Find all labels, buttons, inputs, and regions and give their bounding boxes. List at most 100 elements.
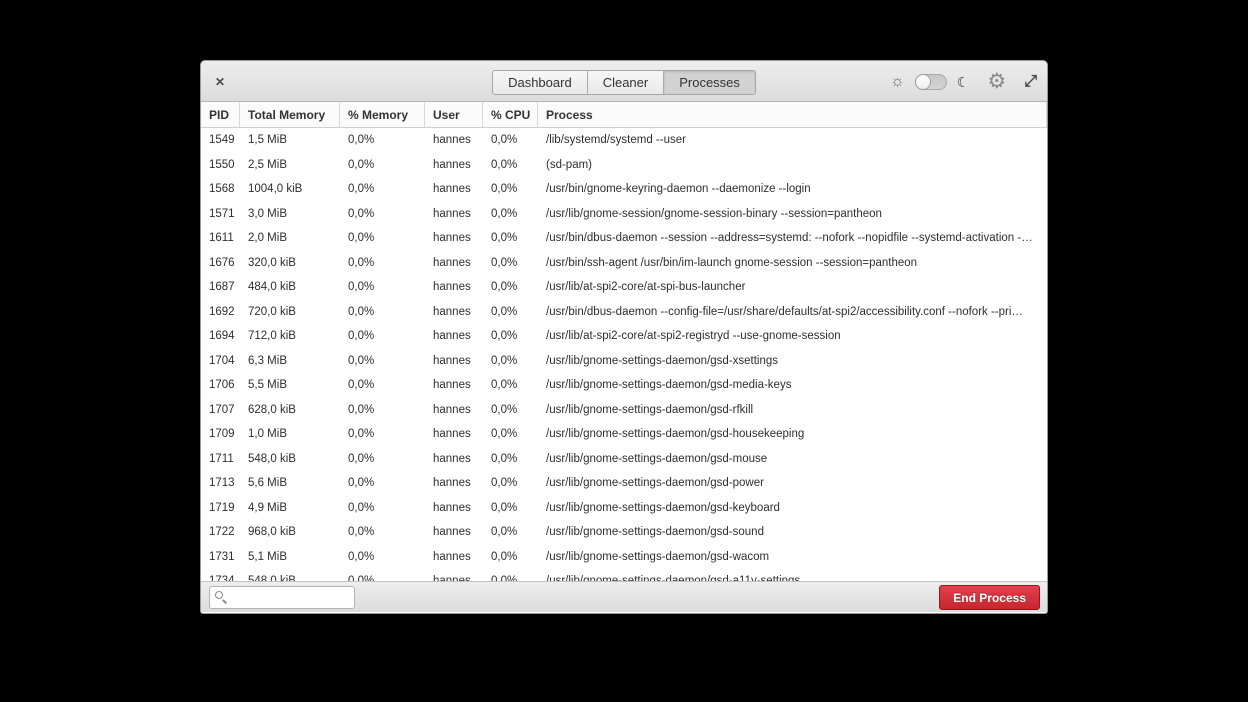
end-process-button[interactable]: End Process (939, 585, 1040, 610)
cell-cpu-pct: 0,0% (483, 422, 538, 447)
cell-user: hannes (425, 153, 483, 178)
table-row[interactable]: 1734548,0 kiB0,0%hannes0,0%/usr/lib/gnom… (201, 569, 1047, 581)
cell-process: (sd-pam) (538, 153, 1047, 178)
tab-processes[interactable]: Processes (664, 71, 755, 94)
cell-pid: 1706 (201, 373, 240, 398)
process-table-body: 15491,5 MiB0,0%hannes0,0%/lib/systemd/sy… (201, 128, 1047, 581)
table-row[interactable]: 1676320,0 kiB0,0%hannes0,0%/usr/bin/ssh-… (201, 251, 1047, 276)
table-row[interactable]: 1694712,0 kiB0,0%hannes0,0%/usr/lib/at-s… (201, 324, 1047, 349)
cell-user: hannes (425, 177, 483, 202)
dark-mode-toggle[interactable] (915, 74, 947, 90)
cell-pid: 1549 (201, 128, 240, 153)
monitor-app-window: ✕ DashboardCleanerProcesses ☼ ☾ ⚙ ⤢ PIDT… (200, 60, 1048, 614)
cell-user: hannes (425, 349, 483, 374)
table-row[interactable]: 1711548,0 kiB0,0%hannes0,0%/usr/lib/gnom… (201, 447, 1047, 472)
cell-cpu-pct: 0,0% (483, 226, 538, 251)
cell-total-memory: 720,0 kiB (240, 300, 340, 325)
table-row[interactable]: 15713,0 MiB0,0%hannes0,0%/usr/lib/gnome-… (201, 202, 1047, 227)
footer-toolbar: End Process (201, 581, 1047, 612)
moon-icon: ☾ (957, 75, 970, 89)
cell-total-memory: 628,0 kiB (240, 398, 340, 423)
cell-memory-pct: 0,0% (340, 520, 425, 545)
cell-process: /lib/systemd/systemd --user (538, 128, 1047, 153)
cell-total-memory: 1004,0 kiB (240, 177, 340, 202)
table-row[interactable]: 16112,0 MiB0,0%hannes0,0%/usr/bin/dbus-d… (201, 226, 1047, 251)
cell-user: hannes (425, 398, 483, 423)
cell-pid: 1571 (201, 202, 240, 227)
cell-process: /usr/bin/dbus-daemon --config-file=/usr/… (538, 300, 1047, 325)
table-row[interactable]: 17315,1 MiB0,0%hannes0,0%/usr/lib/gnome-… (201, 545, 1047, 570)
cell-pid: 1568 (201, 177, 240, 202)
process-table-header: PIDTotal Memory% MemoryUser% CPUProcess (201, 102, 1047, 128)
cell-memory-pct: 0,0% (340, 545, 425, 570)
table-row[interactable]: 17135,6 MiB0,0%hannes0,0%/usr/lib/gnome-… (201, 471, 1047, 496)
cell-user: hannes (425, 275, 483, 300)
cell-process: /usr/lib/gnome-settings-daemon/gsd-mouse (538, 447, 1047, 472)
cell-memory-pct: 0,0% (340, 300, 425, 325)
column-header--memory[interactable]: % Memory (340, 102, 425, 127)
column-header-total-memory[interactable]: Total Memory (240, 102, 340, 127)
table-row[interactable]: 1707628,0 kiB0,0%hannes0,0%/usr/lib/gnom… (201, 398, 1047, 423)
expand-icon[interactable]: ⤢ (1024, 74, 1037, 90)
cell-memory-pct: 0,0% (340, 569, 425, 581)
cell-memory-pct: 0,0% (340, 251, 425, 276)
cell-process: /usr/lib/gnome-settings-daemon/gsd-house… (538, 422, 1047, 447)
table-row[interactable]: 17091,0 MiB0,0%hannes0,0%/usr/lib/gnome-… (201, 422, 1047, 447)
cell-user: hannes (425, 496, 483, 521)
cell-pid: 1694 (201, 324, 240, 349)
cell-total-memory: 3,0 MiB (240, 202, 340, 227)
tab-dashboard[interactable]: Dashboard (493, 71, 588, 94)
table-row[interactable]: 1687484,0 kiB0,0%hannes0,0%/usr/lib/at-s… (201, 275, 1047, 300)
search-icon (215, 591, 228, 604)
cell-cpu-pct: 0,0% (483, 324, 538, 349)
table-row[interactable]: 1722968,0 kiB0,0%hannes0,0%/usr/lib/gnom… (201, 520, 1047, 545)
cell-cpu-pct: 0,0% (483, 471, 538, 496)
cell-memory-pct: 0,0% (340, 422, 425, 447)
cell-cpu-pct: 0,0% (483, 177, 538, 202)
cell-cpu-pct: 0,0% (483, 373, 538, 398)
table-row[interactable]: 17065,5 MiB0,0%hannes0,0%/usr/lib/gnome-… (201, 373, 1047, 398)
cell-total-memory: 548,0 kiB (240, 569, 340, 581)
cell-total-memory: 548,0 kiB (240, 447, 340, 472)
cell-process: /usr/lib/at-spi2-core/at-spi2-registryd … (538, 324, 1047, 349)
cell-total-memory: 6,3 MiB (240, 349, 340, 374)
column-header--cpu[interactable]: % CPU (483, 102, 538, 127)
titlebar-right-controls: ☼ ☾ ⚙ ⤢ (890, 61, 1037, 102)
table-row[interactable]: 17046,3 MiB0,0%hannes0,0%/usr/lib/gnome-… (201, 349, 1047, 374)
column-header-process[interactable]: Process (538, 102, 1047, 127)
cell-process: /usr/lib/gnome-settings-daemon/gsd-xsett… (538, 349, 1047, 374)
titlebar: ✕ DashboardCleanerProcesses ☼ ☾ ⚙ ⤢ (201, 61, 1047, 102)
cell-cpu-pct: 0,0% (483, 153, 538, 178)
cell-memory-pct: 0,0% (340, 496, 425, 521)
cell-user: hannes (425, 128, 483, 153)
cell-memory-pct: 0,0% (340, 202, 425, 227)
tab-cleaner[interactable]: Cleaner (588, 71, 665, 94)
cell-process: /usr/lib/gnome-settings-daemon/gsd-keybo… (538, 496, 1047, 521)
cell-user: hannes (425, 545, 483, 570)
cell-user: hannes (425, 569, 483, 581)
cell-process: /usr/lib/gnome-settings-daemon/gsd-wacom (538, 545, 1047, 570)
table-row[interactable]: 17194,9 MiB0,0%hannes0,0%/usr/lib/gnome-… (201, 496, 1047, 521)
table-row[interactable]: 1692720,0 kiB0,0%hannes0,0%/usr/bin/dbus… (201, 300, 1047, 325)
column-header-user[interactable]: User (425, 102, 483, 127)
cell-cpu-pct: 0,0% (483, 300, 538, 325)
gear-icon[interactable]: ⚙ (987, 71, 1006, 92)
column-header-pid[interactable]: PID (201, 102, 240, 127)
cell-user: hannes (425, 300, 483, 325)
cell-pid: 1734 (201, 569, 240, 581)
search-input[interactable] (230, 587, 352, 608)
close-window-button[interactable]: ✕ (211, 73, 229, 91)
table-row[interactable]: 15681004,0 kiB0,0%hannes0,0%/usr/bin/gno… (201, 177, 1047, 202)
cell-total-memory: 320,0 kiB (240, 251, 340, 276)
table-row[interactable]: 15502,5 MiB0,0%hannes0,0%(sd-pam) (201, 153, 1047, 178)
cell-memory-pct: 0,0% (340, 128, 425, 153)
cell-pid: 1692 (201, 300, 240, 325)
table-row[interactable]: 15491,5 MiB0,0%hannes0,0%/lib/systemd/sy… (201, 128, 1047, 153)
cell-memory-pct: 0,0% (340, 226, 425, 251)
search-box[interactable] (209, 586, 355, 609)
cell-cpu-pct: 0,0% (483, 569, 538, 581)
cell-total-memory: 5,5 MiB (240, 373, 340, 398)
cell-pid: 1722 (201, 520, 240, 545)
cell-total-memory: 484,0 kiB (240, 275, 340, 300)
cell-process: /usr/lib/gnome-settings-daemon/gsd-power (538, 471, 1047, 496)
